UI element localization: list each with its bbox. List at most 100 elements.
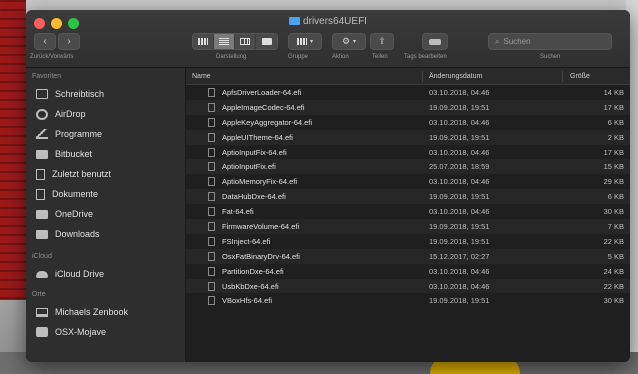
column-name-header[interactable]: Name (192, 73, 211, 80)
table-row[interactable]: FSInject-64.efi 19.09.2018, 19:51 22 KB (186, 233, 630, 249)
icon-view-button[interactable] (193, 34, 214, 49)
grid-icon (198, 38, 208, 45)
file-name: ApfsDriverLoader-64.efi (222, 88, 302, 97)
sidebar-item-osx-mojave[interactable]: OSX-Mojave (26, 322, 185, 342)
folder-icon (36, 229, 48, 239)
file-size: 22 KB (603, 281, 624, 291)
sidebar-item-label: iCloud Drive (55, 269, 105, 279)
table-row[interactable]: DataHubDxe-64.efi 19.09.2018, 19:51 6 KB (186, 189, 630, 205)
tags-button[interactable] (422, 33, 448, 50)
column-view-button[interactable] (235, 34, 256, 49)
sidebar-item-icloud-drive[interactable]: iCloud Drive (26, 264, 185, 284)
file-icon (208, 162, 215, 172)
sidebar-item-programme[interactable]: Programme (26, 124, 185, 144)
file-date: 03.10.2018, 04:46 (429, 117, 490, 127)
file-name: UsbKbDxe-64.efi (222, 281, 279, 291)
file-size: 5 KB (607, 251, 624, 261)
sidebar-item-onedrive[interactable]: OneDrive (26, 204, 185, 224)
sidebar-item-airdrop[interactable]: AirDrop (26, 104, 185, 124)
airdrop-icon (36, 108, 48, 120)
tags-label: Tags bearbeiten (404, 54, 447, 60)
column-divider[interactable] (422, 71, 423, 82)
forward-button[interactable]: › (58, 33, 80, 50)
table-row[interactable]: AppleUITheme-64.efi 19.09.2018, 19:51 2 KB (186, 129, 630, 145)
group-grid-icon (296, 38, 307, 45)
list-view-button[interactable] (214, 34, 235, 49)
sidebar-item-zenbook[interactable]: Michaels Zenbook (26, 302, 185, 322)
share-icon: ⇪ (378, 36, 386, 46)
desktop-icon (36, 89, 48, 99)
file-icon (208, 132, 215, 142)
file-size: 14 KB (603, 88, 624, 97)
sidebar-item-label: Bitbucket (55, 149, 93, 159)
column-header: Name Änderungsdatum Größe (186, 68, 630, 85)
file-date: 19.09.2018, 19:51 (429, 222, 490, 232)
table-row[interactable]: AptioInputFix.efi 25.07.2018, 18:59 15 KB (186, 159, 630, 175)
view-label: Darstellung (216, 54, 247, 60)
file-icon (208, 207, 215, 217)
file-date: 03.10.2018, 04:46 (429, 147, 490, 157)
table-row[interactable]: PartitionDxe-64.efi 03.10.2018, 04:46 24 K… (186, 263, 630, 279)
back-button[interactable]: ‹ (34, 33, 56, 50)
finder-window: drivers64UEFI ‹ › ▾ ⚙ ▾ ⇪ ⌕ Suchen Zurück… (26, 10, 630, 362)
table-row[interactable]: AptioInputFix-64.efi 03.10.2018, 04:46 17 … (186, 144, 630, 160)
sidebar-item-schreibtisch[interactable]: Schreibtisch (26, 84, 185, 104)
column-size-header[interactable]: Größe (570, 73, 590, 80)
column-divider[interactable] (562, 71, 563, 82)
sidebar-section-favorites: Favoriten (32, 73, 62, 80)
table-row[interactable]: FirmwareVolume-64.efi 19.09.2018, 19:51 7 … (186, 219, 630, 234)
sidebar-item-recents[interactable]: Zuletzt benutzt (26, 164, 185, 184)
columns-icon (240, 38, 250, 45)
search-placeholder: Suchen (503, 37, 531, 46)
sidebar-item-label: Downloads (55, 229, 100, 239)
share-button[interactable]: ⇪ (370, 33, 394, 50)
gallery-icon (261, 38, 272, 45)
folder-icon (289, 17, 301, 25)
file-icon (208, 236, 215, 246)
search-icon: ⌕ (495, 36, 500, 46)
group-button[interactable]: ▾ (288, 33, 322, 50)
file-size: 6 KB (607, 117, 624, 127)
file-size: 30 KB (603, 207, 624, 217)
table-row[interactable]: Fat-64.efi 03.10.2018, 04:46 30 KB (186, 204, 630, 220)
file-date: 03.10.2018, 04:46 (429, 88, 490, 97)
folder-icon (36, 149, 48, 159)
file-date: 15.12.2017, 02:27 (429, 251, 490, 261)
sidebar-item-bitbucket[interactable]: Bitbucket (26, 144, 185, 164)
view-mode-selector (192, 33, 278, 50)
action-button[interactable]: ⚙ ▾ (332, 33, 366, 50)
sidebar-item-downloads[interactable]: Downloads (26, 224, 185, 244)
file-date: 19.09.2018, 19:51 (429, 102, 490, 112)
file-list: Name Änderungsdatum Größe ApfsDriverLoad… (186, 68, 630, 362)
table-row[interactable]: ApfsDriverLoader-64.efi 03.10.2018, 04:46… (186, 85, 630, 100)
table-row[interactable]: AppleImageCodec-64.efi 19.09.2018, 19:51 1… (186, 99, 630, 115)
file-name: FirmwareVolume-64.efi (222, 222, 300, 232)
chevron-down-icon: ▾ (309, 39, 313, 45)
file-icon (208, 177, 215, 187)
file-date: 19.09.2018, 19:51 (429, 132, 490, 142)
table-row[interactable]: UsbKbDxe-64.efi 03.10.2018, 04:46 22 KB (186, 278, 630, 294)
file-date: 03.10.2018, 04:46 (429, 281, 490, 291)
chevron-down-icon: ▾ (353, 39, 357, 45)
file-name: AppleUITheme-64.efi (222, 132, 293, 142)
file-icon (208, 102, 215, 112)
sidebar: Favoriten Schreibtisch AirDrop Programme… (26, 68, 186, 362)
sidebar-item-label: OSX-Mojave (55, 327, 107, 337)
table-row[interactable]: OsxFatBinaryDrv-64.efi 15.12.2017, 02:27 5… (186, 248, 630, 264)
file-size: 6 KB (607, 192, 624, 202)
file-name: VBoxHfs-64.efi (222, 296, 273, 306)
gallery-view-button[interactable] (256, 34, 277, 49)
sidebar-item-label: Michaels Zenbook (55, 307, 129, 317)
file-icon (208, 147, 215, 157)
table-row[interactable]: VBoxHfs-64.efi 19.09.2018, 19:51 30 KB (186, 293, 630, 309)
file-size: 17 KB (603, 102, 624, 112)
tag-icon (429, 38, 441, 45)
file-date: 03.10.2018, 04:46 (429, 266, 490, 276)
table-row[interactable]: AptioMemoryFix-64.efi 03.10.2018, 04:46 29… (186, 174, 630, 190)
file-icon (208, 281, 215, 291)
table-row[interactable]: AppleKeyAggregator-64.efi 03.10.2018, 04:… (186, 114, 630, 130)
disk-icon (36, 327, 48, 337)
sidebar-item-dokumente[interactable]: Dokumente (26, 184, 185, 204)
search-field[interactable]: ⌕ Suchen (488, 33, 612, 50)
column-date-header[interactable]: Änderungsdatum (429, 73, 482, 80)
